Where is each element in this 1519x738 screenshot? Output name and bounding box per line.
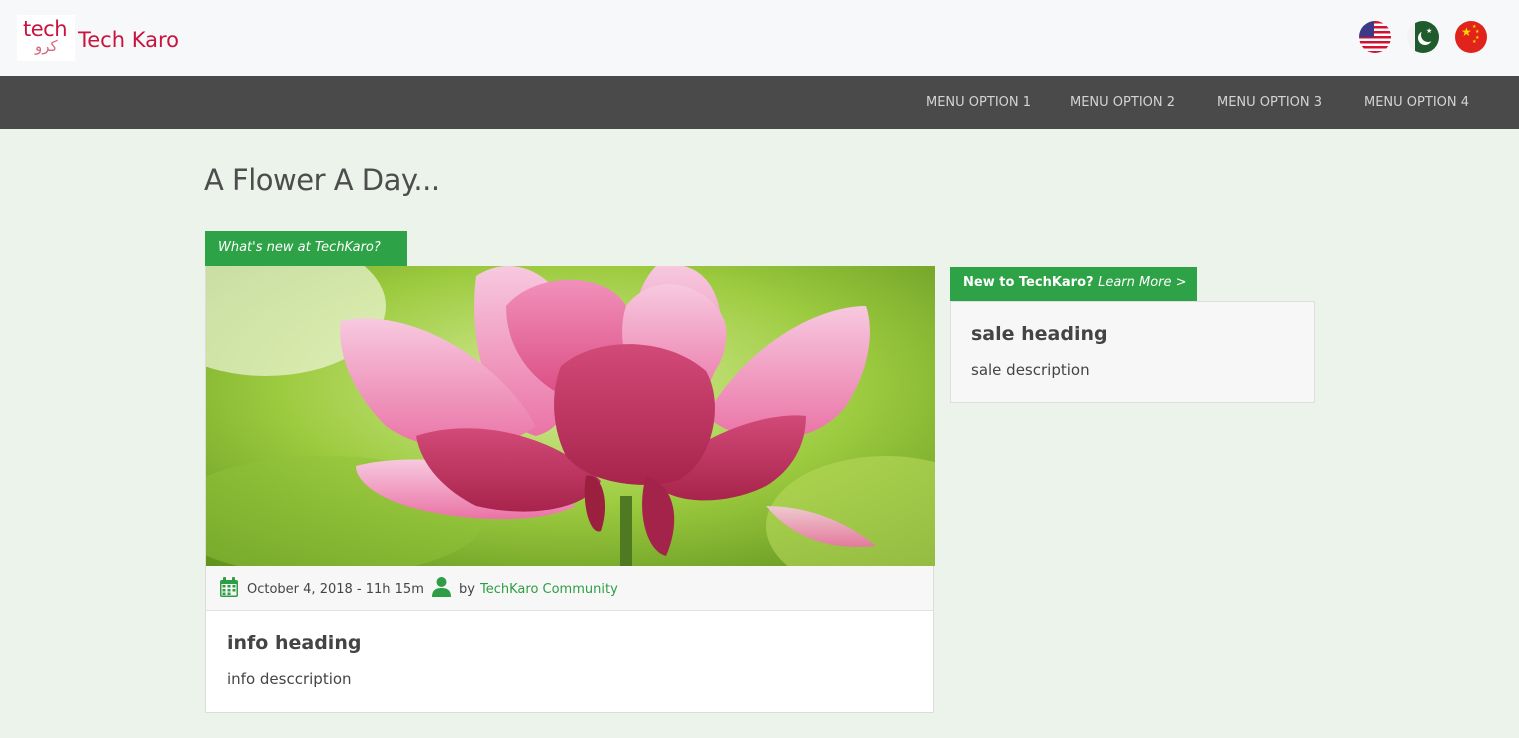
user-icon bbox=[432, 577, 451, 601]
article-date: October 4, 2018 - 11h 15m bbox=[247, 582, 424, 597]
lotus-flower-image bbox=[206, 266, 935, 566]
star-shape: ★ bbox=[1472, 39, 1477, 45]
star-shape: ★ bbox=[1426, 27, 1433, 35]
whats-new-tag[interactable]: What's new at TechKaro? bbox=[205, 231, 407, 266]
nav-menu-option-4[interactable]: MENU OPTION 4 bbox=[1364, 95, 1469, 110]
page-title: A Flower A Day... bbox=[204, 163, 440, 197]
learn-more-label: New to TechKaro? bbox=[963, 275, 1094, 290]
china-flag-icon[interactable]: ★ ★ ★ ★ ★ bbox=[1455, 21, 1487, 53]
author-link[interactable]: TechKaro Community bbox=[480, 582, 618, 597]
brand-name[interactable]: Tech Karo bbox=[78, 27, 179, 53]
star-shape: ★ bbox=[1461, 25, 1472, 39]
main-navigation: MENU OPTION 1 MENU OPTION 2 MENU OPTION … bbox=[0, 76, 1519, 129]
nav-menu-option-3[interactable]: MENU OPTION 3 bbox=[1217, 95, 1322, 110]
techkaro-logo[interactable]: tech کرو bbox=[17, 15, 75, 61]
learn-more-link[interactable]: Learn More > bbox=[1098, 275, 1186, 290]
article-meta-bar: October 4, 2018 - 11h 15m by TechKaro Co… bbox=[206, 566, 933, 611]
info-description: info desccription bbox=[227, 670, 352, 688]
sale-description: sale description bbox=[971, 361, 1090, 379]
logo-text-bottom: کرو bbox=[35, 37, 58, 55]
by-label: by bbox=[459, 582, 475, 597]
sale-heading: sale heading bbox=[971, 323, 1108, 345]
info-heading: info heading bbox=[227, 632, 362, 654]
pakistan-flag-icon[interactable]: ★ bbox=[1407, 21, 1439, 53]
united-states-flag-icon[interactable] bbox=[1359, 21, 1391, 53]
calendar-icon bbox=[220, 577, 238, 601]
nav-menu-option-1[interactable]: MENU OPTION 1 bbox=[926, 95, 1031, 110]
article-card: October 4, 2018 - 11h 15m by TechKaro Co… bbox=[205, 266, 935, 713]
top-header: tech کرو Tech Karo ★ ★ ★ ★ ★ ★ bbox=[0, 0, 1519, 76]
sale-box: sale heading sale description bbox=[950, 301, 1315, 403]
learn-more-tag[interactable]: New to TechKaro? Learn More > bbox=[950, 267, 1197, 301]
nav-menu-option-2[interactable]: MENU OPTION 2 bbox=[1070, 95, 1175, 110]
